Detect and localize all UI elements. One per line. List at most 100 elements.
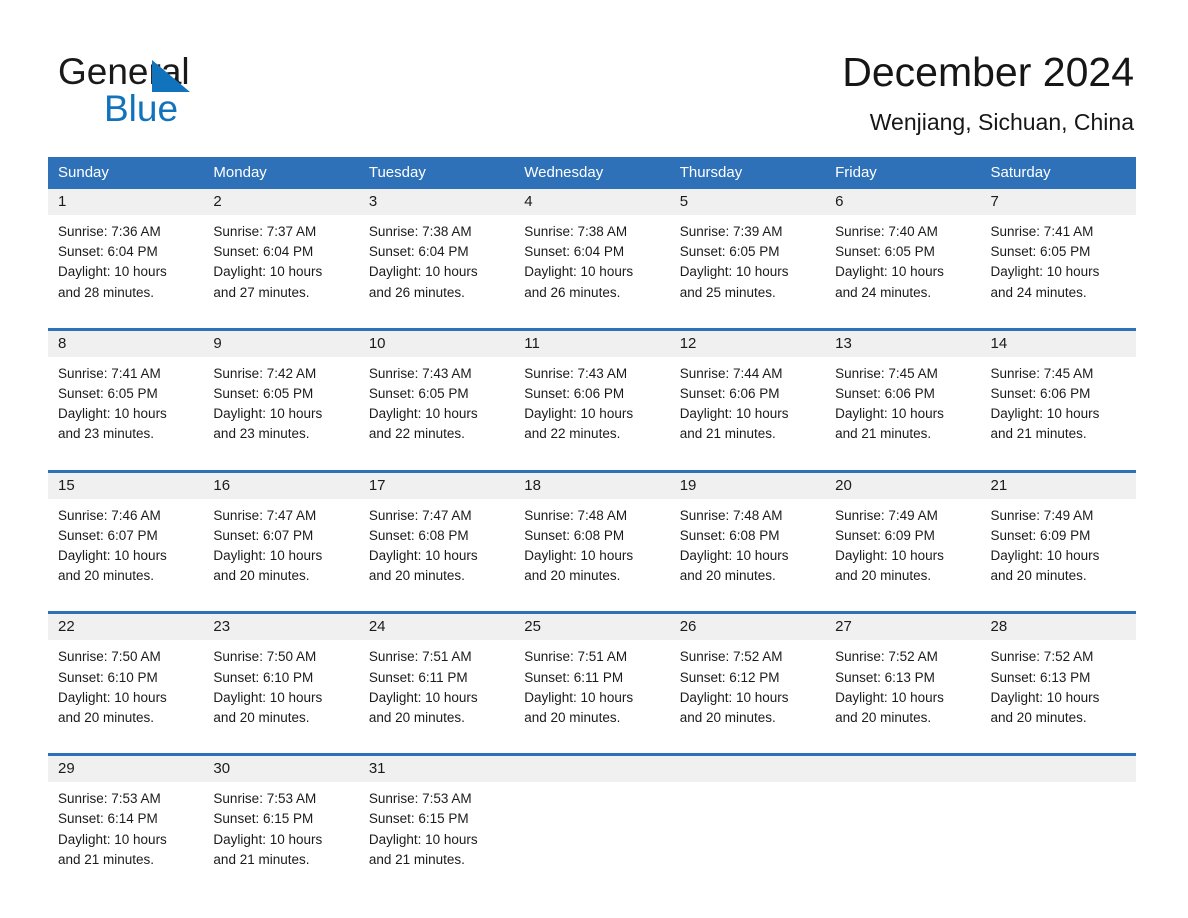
- day-cell[interactable]: 3 Sunrise: 7:38 AM Sunset: 6:04 PM Dayli…: [358, 189, 515, 317]
- day-details: Sunrise: 7:41 AM Sunset: 6:05 PM Dayligh…: [48, 357, 203, 445]
- title-block: December 2024 Wenjiang, Sichuan, China: [842, 48, 1134, 136]
- sunset-text: Sunset: 6:04 PM: [524, 244, 625, 260]
- sunset-text: Sunset: 6:12 PM: [679, 669, 780, 685]
- daylight-text-line2: and 20 minutes.: [524, 710, 621, 726]
- day-cell[interactable]: 15 Sunrise: 7:46 AM Sunset: 6:07 PM Dayl…: [48, 472, 204, 601]
- sunrise-text: Sunrise: 7:51 AM: [368, 649, 472, 665]
- page-header: General Blue December 2024 Wenjiang, Sic…: [0, 0, 1188, 152]
- sunrise-text: Sunrise: 7:49 AM: [835, 507, 938, 523]
- day-cell[interactable]: 11 Sunrise: 7:43 AM Sunset: 6:06 PM Dayl…: [514, 330, 670, 459]
- sunrise-text: Sunrise: 7:43 AM: [524, 365, 628, 381]
- daylight-text-line2: and 28 minutes.: [58, 284, 155, 300]
- day-details: Sunrise: 7:44 AM Sunset: 6:06 PM Dayligh…: [670, 357, 825, 445]
- daylight-text-line2: and 24 minutes.: [835, 284, 932, 300]
- day-details: Sunrise: 7:38 AM Sunset: 6:04 PM Dayligh…: [359, 215, 514, 303]
- day-details: Sunrise: 7:51 AM Sunset: 6:11 PM Dayligh…: [514, 640, 669, 728]
- daylight-text-line2: and 22 minutes.: [368, 426, 465, 442]
- day-cell[interactable]: 14 Sunrise: 7:45 AM Sunset: 6:06 PM Dayl…: [980, 330, 1136, 459]
- daylight-text-line1: Daylight: 10 hours: [368, 689, 478, 705]
- day-cell[interactable]: 1 Sunrise: 7:36 AM Sunset: 6:04 PM Dayli…: [48, 189, 204, 317]
- sunset-text: Sunset: 6:05 PM: [368, 386, 469, 402]
- sunset-text: Sunset: 6:15 PM: [368, 811, 469, 827]
- daylight-text-line2: and 20 minutes.: [679, 568, 776, 584]
- day-details: Sunrise: 7:43 AM Sunset: 6:06 PM Dayligh…: [514, 357, 669, 445]
- sunrise-text: Sunrise: 7:40 AM: [835, 224, 938, 239]
- daylight-text-line2: and 20 minutes.: [679, 710, 776, 726]
- sunrise-text: Sunrise: 7:52 AM: [679, 649, 783, 665]
- sunset-text: Sunset: 6:06 PM: [835, 386, 935, 402]
- daylight-text-line2: and 20 minutes.: [213, 568, 310, 584]
- day-cell[interactable]: 23 Sunrise: 7:50 AM Sunset: 6:10 PM Dayl…: [203, 614, 359, 743]
- day-cell[interactable]: 31 Sunrise: 7:53 AM Sunset: 6:15 PM Dayl…: [358, 756, 515, 885]
- day-cell[interactable]: 12 Sunrise: 7:44 AM Sunset: 6:06 PM Dayl…: [669, 330, 826, 459]
- day-cell[interactable]: 30 Sunrise: 7:53 AM Sunset: 6:15 PM Dayl…: [203, 756, 359, 885]
- sunrise-text: Sunrise: 7:37 AM: [213, 224, 317, 239]
- day-number: 18: [514, 472, 670, 499]
- calendar-week-row: 29 Sunrise: 7:53 AM Sunset: 6:14 PM Dayl…: [48, 753, 1136, 885]
- day-cell[interactable]: 22 Sunrise: 7:50 AM Sunset: 6:10 PM Dayl…: [48, 614, 204, 743]
- sunset-text: Sunset: 6:05 PM: [679, 244, 780, 260]
- daylight-text-line2: and 20 minutes.: [835, 710, 932, 726]
- day-cell[interactable]: 18 Sunrise: 7:48 AM Sunset: 6:08 PM Dayl…: [514, 472, 670, 601]
- day-cell[interactable]: 10 Sunrise: 7:43 AM Sunset: 6:05 PM Dayl…: [358, 330, 515, 459]
- day-cell[interactable]: 7 Sunrise: 7:41 AM Sunset: 6:05 PM Dayli…: [980, 189, 1136, 317]
- day-cell[interactable]: 8 Sunrise: 7:41 AM Sunset: 6:05 PM Dayli…: [48, 330, 204, 459]
- day-cell[interactable]: 26 Sunrise: 7:52 AM Sunset: 6:12 PM Dayl…: [669, 614, 826, 743]
- sunrise-text: Sunrise: 7:50 AM: [58, 649, 161, 665]
- sunset-text: Sunset: 6:09 PM: [835, 527, 935, 543]
- daylight-text-line1: Daylight: 10 hours: [524, 264, 634, 280]
- day-cell[interactable]: 2 Sunrise: 7:37 AM Sunset: 6:04 PM Dayli…: [203, 189, 359, 317]
- day-cell[interactable]: 17 Sunrise: 7:47 AM Sunset: 6:08 PM Dayl…: [358, 472, 515, 601]
- day-number: 2: [203, 189, 359, 215]
- day-cell[interactable]: 29 Sunrise: 7:53 AM Sunset: 6:14 PM Dayl…: [48, 756, 204, 885]
- location-subtitle: Wenjiang, Sichuan, China: [869, 109, 1134, 135]
- sunrise-text: Sunrise: 7:41 AM: [990, 224, 1094, 239]
- day-cell[interactable]: 20 Sunrise: 7:49 AM Sunset: 6:09 PM Dayl…: [825, 472, 981, 601]
- day-cell[interactable]: 27 Sunrise: 7:52 AM Sunset: 6:13 PM Dayl…: [825, 614, 981, 743]
- sunrise-text: Sunrise: 7:49 AM: [990, 507, 1094, 523]
- daylight-text-line1: Daylight: 10 hours: [524, 548, 634, 564]
- daylight-text-line2: and 20 minutes.: [524, 568, 621, 584]
- day-details: Sunrise: 7:53 AM Sunset: 6:14 PM Dayligh…: [48, 782, 203, 870]
- daylight-text-line2: and 21 minutes.: [835, 426, 932, 442]
- day-number: 6: [825, 189, 981, 215]
- day-cell[interactable]: 13 Sunrise: 7:45 AM Sunset: 6:06 PM Dayl…: [825, 330, 981, 459]
- sunset-text: Sunset: 6:07 PM: [58, 527, 158, 543]
- sunset-text: Sunset: 6:06 PM: [990, 386, 1091, 402]
- weekday-header-monday: Monday: [213, 164, 267, 181]
- day-cell[interactable]: 4 Sunrise: 7:38 AM Sunset: 6:04 PM Dayli…: [514, 189, 670, 317]
- day-cell[interactable]: 19 Sunrise: 7:48 AM Sunset: 6:08 PM Dayl…: [669, 472, 826, 601]
- day-details: Sunrise: 7:47 AM Sunset: 6:07 PM Dayligh…: [203, 499, 358, 587]
- sunrise-text: Sunrise: 7:52 AM: [990, 649, 1094, 665]
- daylight-text-line1: Daylight: 10 hours: [524, 689, 634, 705]
- daylight-text-line1: Daylight: 10 hours: [368, 406, 478, 422]
- day-number: 21: [980, 472, 1136, 499]
- day-cell[interactable]: 24 Sunrise: 7:51 AM Sunset: 6:11 PM Dayl…: [358, 614, 515, 743]
- daylight-text-line2: and 22 minutes.: [524, 426, 621, 442]
- daylight-text-line1: Daylight: 10 hours: [679, 406, 789, 422]
- sunset-text: Sunset: 6:11 PM: [368, 669, 468, 685]
- daylight-text-line2: and 20 minutes.: [990, 568, 1087, 584]
- day-number: 23: [203, 614, 359, 641]
- day-cell[interactable]: 6 Sunrise: 7:40 AM Sunset: 6:05 PM Dayli…: [825, 189, 981, 317]
- sunset-text: Sunset: 6:10 PM: [213, 669, 314, 685]
- day-cell[interactable]: 5 Sunrise: 7:39 AM Sunset: 6:05 PM Dayli…: [669, 189, 826, 317]
- daylight-text-line1: Daylight: 10 hours: [213, 831, 323, 847]
- daylight-text-line1: Daylight: 10 hours: [679, 548, 789, 564]
- day-cell[interactable]: 21 Sunrise: 7:49 AM Sunset: 6:09 PM Dayl…: [980, 472, 1136, 601]
- day-cell[interactable]: 25 Sunrise: 7:51 AM Sunset: 6:11 PM Dayl…: [514, 614, 670, 743]
- weekday-header-saturday: Saturday: [990, 164, 1051, 181]
- day-cell[interactable]: 9 Sunrise: 7:42 AM Sunset: 6:05 PM Dayli…: [203, 330, 359, 459]
- day-number: 14: [980, 330, 1136, 357]
- sunrise-text: Sunrise: 7:46 AM: [58, 507, 161, 523]
- day-details: Sunrise: 7:49 AM Sunset: 6:09 PM Dayligh…: [981, 499, 1136, 587]
- generalblue-logo[interactable]: General Blue: [58, 52, 358, 132]
- day-details: Sunrise: 7:39 AM Sunset: 6:05 PM Dayligh…: [670, 215, 825, 303]
- sunrise-text: Sunrise: 7:47 AM: [213, 507, 317, 523]
- day-cell[interactable]: 28 Sunrise: 7:52 AM Sunset: 6:13 PM Dayl…: [980, 614, 1136, 743]
- daylight-text-line2: and 21 minutes.: [213, 851, 310, 867]
- sunset-text: Sunset: 6:14 PM: [58, 811, 158, 827]
- day-details: Sunrise: 7:47 AM Sunset: 6:08 PM Dayligh…: [359, 499, 514, 587]
- day-details: Sunrise: 7:48 AM Sunset: 6:08 PM Dayligh…: [514, 499, 669, 587]
- day-cell[interactable]: 16 Sunrise: 7:47 AM Sunset: 6:07 PM Dayl…: [203, 472, 359, 601]
